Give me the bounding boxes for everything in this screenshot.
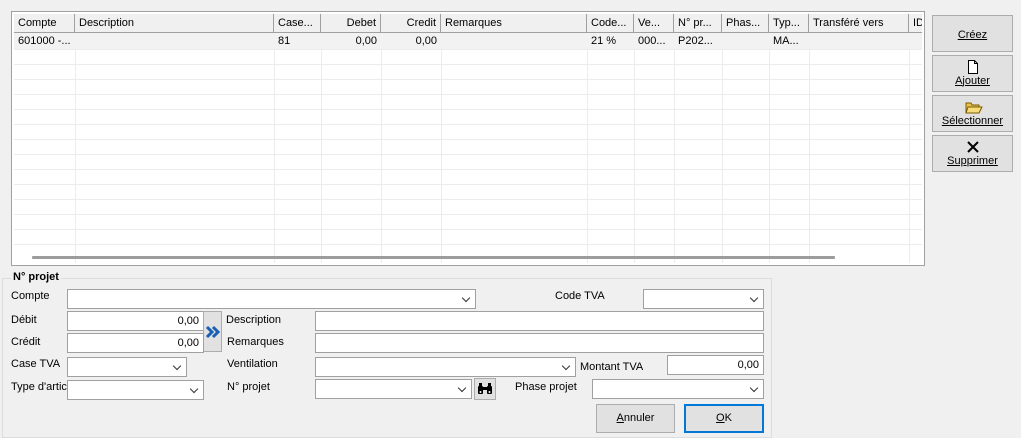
cell-compte: 601000 -... bbox=[18, 35, 71, 47]
montant-tva-label: Montant TVA bbox=[580, 361, 644, 373]
cree-button[interactable]: Créez bbox=[932, 15, 1013, 52]
col-compte[interactable]: Compte bbox=[14, 14, 75, 32]
case-tva-combo[interactable] bbox=[67, 357, 187, 377]
compte-combo[interactable] bbox=[67, 289, 476, 309]
cell-description bbox=[75, 33, 274, 49]
selectionner-button[interactable]: Sélectionner bbox=[932, 95, 1013, 132]
debit-input[interactable]: 0,00 bbox=[67, 311, 204, 331]
cell-n-projet: P202... bbox=[678, 35, 713, 47]
ventilation-label: Ventilation bbox=[227, 358, 278, 370]
code-tva-label: Code TVA bbox=[555, 290, 605, 302]
remarques-label: Remarques bbox=[227, 336, 284, 348]
debit-label: Débit bbox=[11, 314, 37, 326]
n-projet-label: N° projet bbox=[227, 381, 270, 393]
phase-projet-combo[interactable] bbox=[592, 379, 764, 399]
double-chevron-right-icon bbox=[205, 325, 221, 339]
col-code[interactable]: Code... bbox=[587, 14, 634, 32]
n-projet-combo[interactable] bbox=[315, 379, 472, 399]
remarques-input[interactable] bbox=[315, 333, 764, 353]
cell-transfere bbox=[809, 33, 909, 49]
open-folder-icon bbox=[965, 102, 983, 114]
code-tva-combo[interactable] bbox=[643, 289, 764, 309]
col-n-projet[interactable]: N° pr... bbox=[674, 14, 722, 32]
montant-tva-input[interactable]: 0,00 bbox=[667, 355, 764, 375]
col-transfere[interactable]: Transféré vers bbox=[809, 14, 909, 32]
group-title: N° projet bbox=[11, 271, 61, 283]
annuler-button[interactable]: Annuler bbox=[596, 404, 675, 433]
binoculars-icon bbox=[478, 383, 492, 394]
lines-grid[interactable]: Compte Description Case... Debet Credit … bbox=[11, 11, 925, 266]
col-description[interactable]: Description bbox=[75, 14, 274, 32]
new-document-icon bbox=[968, 60, 978, 74]
description-input[interactable] bbox=[315, 311, 764, 331]
search-projet-button[interactable] bbox=[474, 378, 496, 400]
cell-remarques bbox=[441, 33, 587, 49]
cell-credit: 0,00 bbox=[415, 35, 437, 47]
ajouter-button[interactable]: Ajouter bbox=[932, 55, 1013, 92]
case-tva-label: Case TVA bbox=[11, 358, 61, 370]
cell-type: MA... bbox=[773, 35, 799, 47]
cell-code: 21 % bbox=[591, 35, 617, 47]
cell-phase bbox=[722, 33, 769, 49]
grid-header: Compte Description Case... Debet Credit … bbox=[14, 14, 922, 33]
compte-label: Compte bbox=[11, 290, 50, 302]
horizontal-scrollbar[interactable] bbox=[32, 256, 835, 259]
type-article-combo[interactable] bbox=[67, 380, 204, 400]
table-row[interactable]: 601000 -... 81 0,00 0,00 21 % 000... P20… bbox=[14, 33, 922, 49]
credit-input[interactable]: 0,00 bbox=[67, 333, 204, 353]
cell-ve: 000... bbox=[638, 35, 666, 47]
supprimer-button[interactable]: Supprimer bbox=[932, 135, 1013, 172]
cell-id bbox=[909, 33, 922, 49]
delete-x-icon bbox=[967, 141, 979, 153]
ok-button[interactable]: OK bbox=[684, 404, 764, 433]
col-credit[interactable]: Credit bbox=[381, 14, 441, 32]
col-case[interactable]: Case... bbox=[274, 14, 321, 32]
credit-label: Crédit bbox=[11, 336, 41, 348]
transfer-amount-button[interactable] bbox=[203, 311, 222, 352]
grid-body: 601000 -... 81 0,00 0,00 21 % 000... P20… bbox=[14, 33, 922, 263]
col-remarques[interactable]: Remarques bbox=[441, 14, 587, 32]
col-debet[interactable]: Debet bbox=[321, 14, 381, 32]
ventilation-combo[interactable] bbox=[315, 357, 576, 377]
col-id[interactable]: ID bbox=[909, 14, 922, 32]
cell-case: 81 bbox=[278, 35, 291, 47]
cell-debet: 0,00 bbox=[355, 35, 377, 47]
col-ve[interactable]: Ve... bbox=[634, 14, 674, 32]
phase-projet-label: Phase projet bbox=[515, 381, 577, 393]
col-type[interactable]: Typ... bbox=[769, 14, 809, 32]
col-phase[interactable]: Phas... bbox=[722, 14, 769, 32]
description-label: Description bbox=[224, 310, 314, 330]
type-article-label: Type d'artic bbox=[11, 381, 67, 393]
